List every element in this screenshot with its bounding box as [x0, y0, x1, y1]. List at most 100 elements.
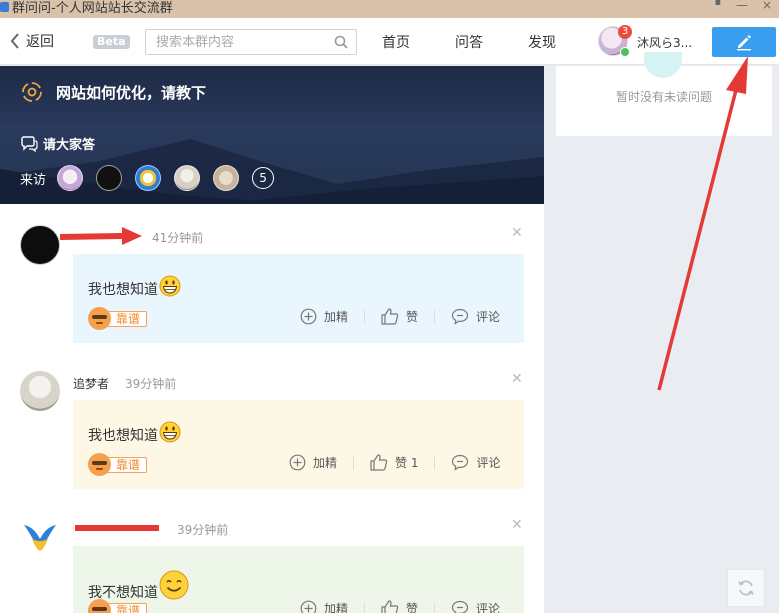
visitor-avatar[interactable]	[96, 165, 123, 191]
visitor-avatar[interactable]	[57, 165, 84, 191]
chat-bubble-icon[interactable]: ▝	[711, 0, 720, 12]
nav-qa[interactable]: 问答	[455, 32, 483, 52]
comment-label: 评论	[476, 602, 501, 613]
feature-button[interactable]: 加精	[300, 600, 348, 613]
nav-discover[interactable]: 发现	[528, 32, 556, 52]
search-box[interactable]	[145, 29, 357, 55]
answer-time: 39分钟前	[125, 377, 177, 391]
divider	[364, 601, 366, 613]
compose-pencil-icon	[737, 35, 751, 51]
username[interactable]: 沐风ら3...	[637, 34, 692, 51]
target-icon	[22, 82, 42, 102]
visitor-avatar[interactable]	[213, 165, 240, 191]
nav-home[interactable]: 首页	[382, 32, 410, 52]
thumbs-up-icon	[370, 454, 388, 471]
back-button[interactable]: 返回	[10, 31, 54, 51]
kaopu-badge[interactable]: 靠谱	[88, 307, 148, 330]
unread-badge: 3	[618, 25, 632, 39]
refresh-button[interactable]	[727, 569, 765, 607]
plus-circle-icon	[289, 454, 306, 471]
answer-text: 我也想知道	[88, 282, 158, 298]
close-icon[interactable]: ✕	[511, 517, 523, 533]
minimize-icon[interactable]: —	[736, 0, 748, 12]
comment-icon	[451, 308, 469, 325]
answer-actions: 加精 赞 评论	[300, 308, 500, 325]
question-header: 网站如何优化，请教下 请大家答 来访 5	[0, 66, 544, 204]
visitor-avatar[interactable]	[174, 165, 201, 191]
answer-text-row: 我不想知道	[88, 570, 189, 602]
like-label: 赞	[406, 602, 419, 613]
kaopu-badge[interactable]: 靠谱	[88, 599, 148, 613]
like-label: 赞 1	[395, 456, 419, 470]
comment-button[interactable]: 评论	[451, 454, 500, 471]
online-status-icon	[620, 47, 630, 57]
kaopu-label: 靠谱	[105, 310, 148, 327]
comment-icon	[452, 454, 469, 471]
answers-feed: 41分钟前 ✕ 我也想知道 靠谱 加精 赞 评论 追梦者 39分钟前 ✕ 我也想…	[0, 204, 544, 613]
comment-label: 评论	[476, 310, 501, 324]
answer-text-row: 我也想知道	[88, 421, 181, 445]
answer-avatar[interactable]	[20, 225, 60, 265]
answer-actions: 加精 赞 1 评论	[289, 454, 500, 471]
like-button[interactable]: 赞	[381, 600, 418, 613]
back-chevron-icon	[10, 33, 19, 49]
sunglasses-face-icon	[88, 453, 111, 476]
window-title: 群问问-个人网站站长交流群	[12, 1, 173, 16]
annotation-arrow	[657, 56, 748, 391]
grin-emoji-icon	[159, 421, 181, 443]
comment-button[interactable]: 评论	[451, 308, 500, 325]
sunglasses-face-icon	[88, 599, 111, 613]
answer-text-row: 我也想知道	[88, 275, 181, 299]
bird-logo-icon	[24, 525, 56, 551]
visitors-more-count[interactable]: 5	[252, 167, 275, 189]
grin-emoji-icon	[159, 275, 181, 297]
feature-label: 加精	[324, 602, 349, 613]
answer-time: 39分钟前	[177, 523, 229, 537]
sunglasses-face-icon	[88, 307, 111, 330]
divider	[434, 309, 436, 324]
like-button[interactable]: 赞 1	[370, 454, 418, 471]
answer-prompt[interactable]: 请大家答	[20, 134, 95, 153]
answer-time: 41分钟前	[152, 231, 204, 245]
answer-bubble: 我不想知道 靠谱 加精 赞 评论	[73, 546, 524, 613]
window-titlebar: 群问问-个人网站站长交流群 ▝ — ×	[0, 0, 779, 18]
feature-label: 加精	[313, 456, 338, 470]
like-label: 赞	[406, 310, 419, 324]
feature-button[interactable]: 加精	[300, 308, 348, 325]
question-text: 网站如何优化，请教下	[56, 83, 207, 102]
app-icon	[0, 2, 9, 12]
plus-circle-icon	[300, 600, 317, 613]
answer-avatar[interactable]	[20, 517, 60, 557]
divider	[434, 455, 436, 470]
close-window-icon[interactable]: ×	[762, 0, 772, 12]
chat-icon	[21, 135, 38, 152]
thumbs-up-icon	[381, 308, 399, 325]
answer-bubble: 我也想知道 靠谱 加精 赞 1 评论	[73, 400, 524, 489]
search-input[interactable]	[156, 33, 326, 51]
close-icon[interactable]: ✕	[511, 225, 523, 241]
comment-button[interactable]: 评论	[451, 600, 500, 613]
answer-text: 我也想知道	[88, 428, 158, 444]
comment-label: 评论	[476, 456, 501, 470]
divider	[364, 309, 366, 324]
search-icon[interactable]	[334, 35, 348, 49]
kaopu-badge[interactable]: 靠谱	[88, 453, 148, 476]
comment-icon	[451, 600, 469, 613]
feature-button[interactable]: 加精	[289, 454, 337, 471]
like-button[interactable]: 赞	[381, 308, 418, 325]
kaopu-label: 靠谱	[105, 602, 148, 613]
visitor-avatar[interactable]	[135, 165, 162, 191]
answer-actions: 加精 赞 评论	[300, 600, 500, 613]
annotation-arrow	[60, 227, 142, 245]
visitors-label: 来访	[20, 172, 47, 188]
answer-prompt-label: 请大家答	[43, 138, 96, 153]
answer-bubble: 我也想知道 靠谱 加精 赞 评论	[73, 254, 524, 343]
kaopu-label: 靠谱	[105, 456, 148, 473]
feature-label: 加精	[324, 310, 349, 324]
plus-circle-icon	[300, 308, 317, 325]
divider	[353, 455, 355, 470]
close-icon[interactable]: ✕	[511, 371, 523, 387]
visitors-row: 来访 5	[20, 165, 275, 191]
answer-username[interactable]: 追梦者	[73, 375, 109, 392]
answer-avatar[interactable]	[20, 371, 60, 411]
